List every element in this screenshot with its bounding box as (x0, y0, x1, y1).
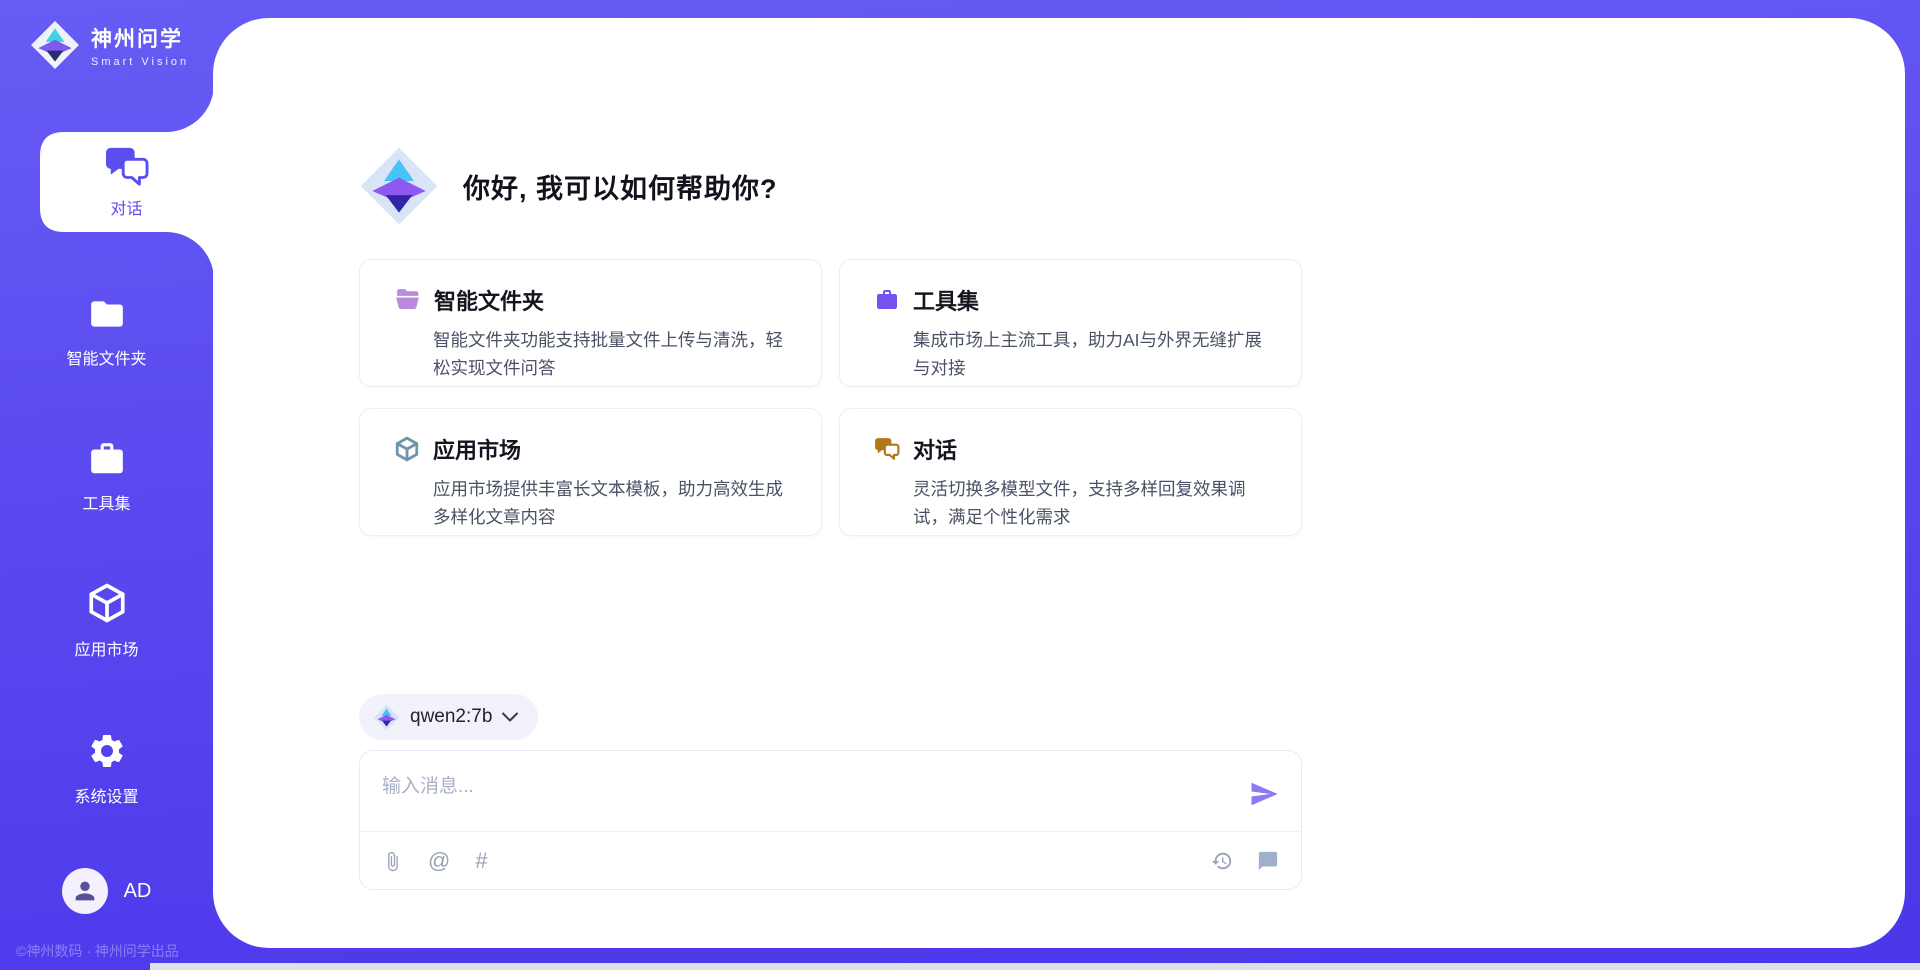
app-name: 神州问学 (91, 23, 189, 53)
card-title: 应用市场 (433, 433, 521, 465)
history-icon[interactable] (1211, 850, 1233, 872)
card-chat[interactable]: 对话 灵活切换多模型文件，支持多样回复效果调试，满足个性化需求 (839, 408, 1302, 536)
gear-icon (87, 731, 127, 771)
sidebar: 神州问学 Smart Vision 对话 智能文件夹 工具集 应用市场 (0, 0, 213, 970)
app-subtitle: Smart Vision (91, 56, 189, 68)
sidebar-item-label: 智能文件夹 (0, 345, 213, 369)
sidebar-item-label: 对话 (110, 195, 142, 219)
sidebar-item-label: 系统设置 (0, 783, 213, 807)
chat-bubble-icon[interactable] (1257, 850, 1279, 872)
main-content: 你好, 我可以如何帮助你? 智能文件夹 智能文件夹功能支持批量文件上传与清洗，轻… (359, 0, 1302, 890)
diamond-logo-icon (359, 146, 439, 226)
chevron-down-icon (502, 712, 518, 722)
card-title: 智能文件夹 (434, 284, 544, 316)
sidebar-item-chat[interactable]: 对话 (40, 132, 213, 232)
message-composer: @ # (359, 750, 1302, 890)
sidebar-item-app-market[interactable]: 应用市场 (0, 582, 213, 660)
cube-icon (394, 436, 420, 462)
folder-open-icon (394, 288, 421, 312)
send-icon[interactable] (1249, 779, 1279, 809)
user-initials: AD (124, 880, 152, 903)
app-logo: 神州问学 Smart Vision (30, 20, 189, 70)
card-description: 灵活切换多模型文件，支持多样回复效果调试，满足个性化需求 (913, 475, 1273, 531)
sidebar-item-settings[interactable]: 系统设置 (0, 731, 213, 807)
feature-cards: 智能文件夹 智能文件夹功能支持批量文件上传与清洗，轻松实现文件问答 工具集 集成… (359, 259, 1302, 536)
sidebar-item-toolset[interactable]: 工具集 (0, 440, 213, 514)
greeting-text: 你好, 我可以如何帮助你? (463, 167, 778, 206)
card-smart-folder[interactable]: 智能文件夹 智能文件夹功能支持批量文件上传与清洗，轻松实现文件问答 (359, 259, 822, 387)
user-account[interactable]: AD (0, 868, 213, 914)
chat-bubbles-icon (104, 146, 150, 188)
composer-toolbar: @ # (360, 832, 1301, 890)
person-icon (71, 877, 99, 905)
avatar (62, 868, 108, 914)
mention-icon[interactable]: @ (428, 850, 450, 872)
model-selector[interactable]: qwen2:7b (359, 694, 538, 740)
card-description: 应用市场提供丰富长文本模板，助力高效生成多样化文章内容 (433, 475, 793, 531)
hashtag-icon[interactable]: # (475, 850, 487, 872)
cube-icon (86, 582, 128, 624)
sidebar-footer-text: ©神州数码 · 神州问学出品 (16, 941, 179, 961)
viewport-bottom-edge (150, 963, 1920, 970)
diamond-logo-icon (373, 704, 400, 731)
card-description: 集成市场上主流工具，助力AI与外界无缝扩展与对接 (913, 326, 1273, 382)
sidebar-item-label: 应用市场 (0, 636, 213, 660)
card-description: 智能文件夹功能支持批量文件上传与清洗，轻松实现文件问答 (433, 326, 793, 382)
sidebar-item-label: 工具集 (0, 490, 213, 514)
card-toolset[interactable]: 工具集 集成市场上主流工具，助力AI与外界无缝扩展与对接 (839, 259, 1302, 387)
card-title: 对话 (913, 433, 957, 465)
greeting-row: 你好, 我可以如何帮助你? (359, 145, 1302, 227)
briefcase-icon (874, 288, 900, 312)
sidebar-item-smart-folder[interactable]: 智能文件夹 (0, 295, 213, 369)
chat-bubbles-icon (874, 437, 900, 461)
folder-icon (87, 295, 127, 333)
card-app-market[interactable]: 应用市场 应用市场提供丰富长文本模板，助力高效生成多样化文章内容 (359, 408, 822, 536)
paperclip-icon[interactable] (382, 851, 403, 872)
diamond-logo-icon (30, 20, 80, 70)
briefcase-icon (87, 440, 127, 478)
message-input[interactable] (360, 751, 1301, 829)
model-name: qwen2:7b (410, 706, 492, 728)
card-title: 工具集 (913, 284, 979, 316)
